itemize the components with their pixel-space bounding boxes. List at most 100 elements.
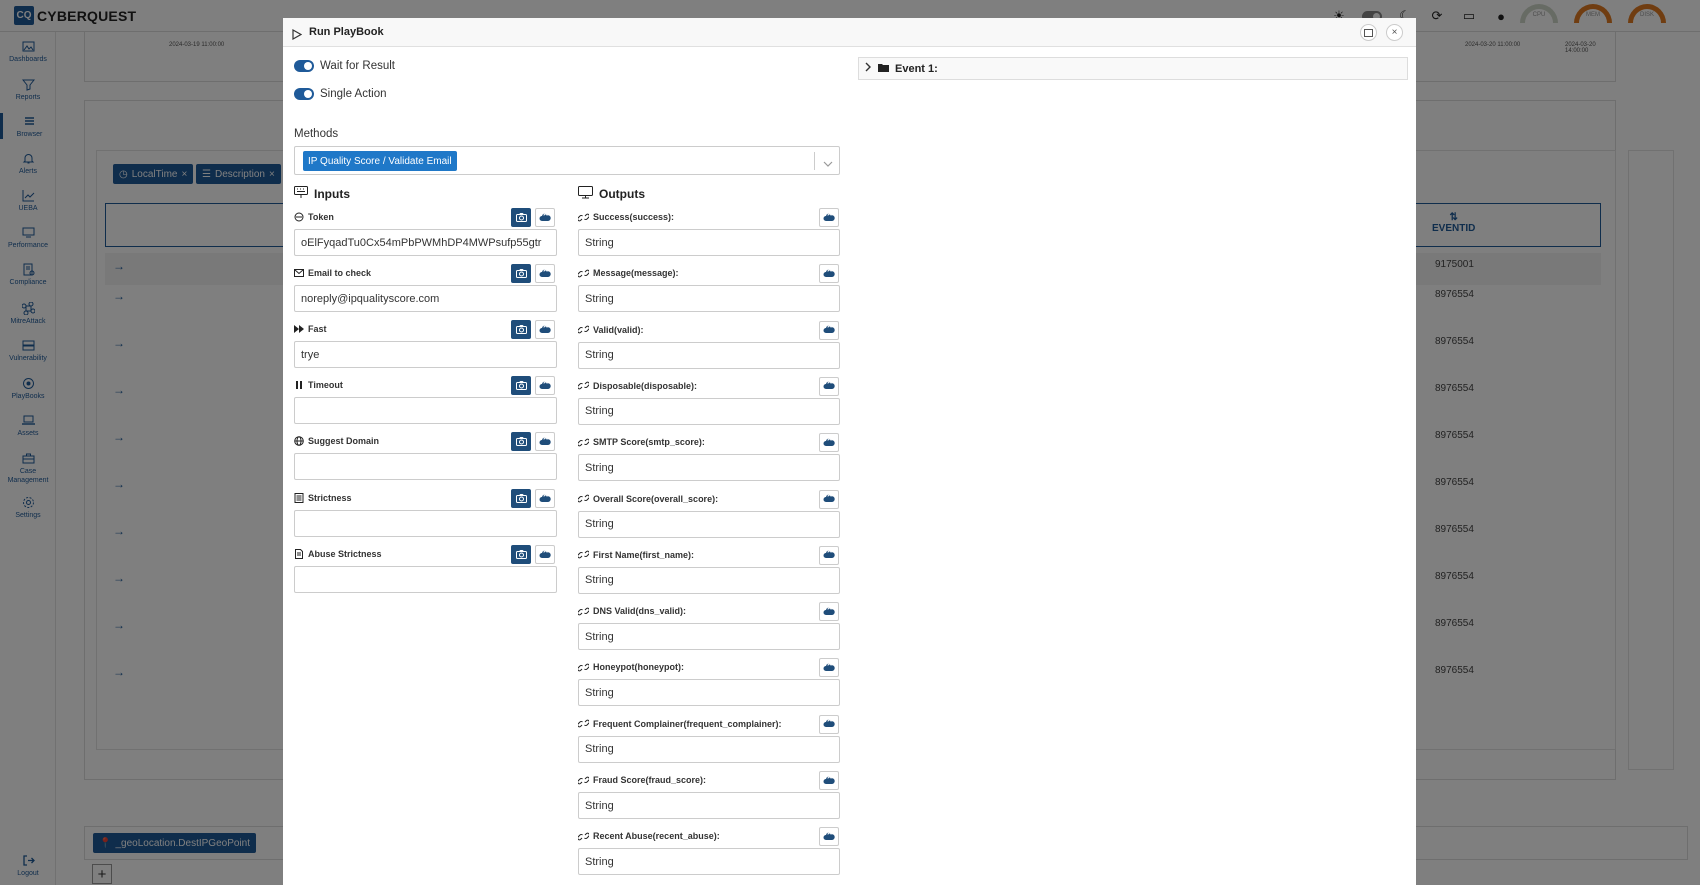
- cloud-icon: [823, 828, 835, 846]
- screenshot-button[interactable]: [511, 545, 531, 564]
- field-label-text: Abuse Strictness: [308, 549, 382, 559]
- link-icon: [578, 269, 589, 278]
- modal-title: Run PlayBook: [309, 26, 384, 38]
- globe-icon: [294, 436, 304, 446]
- event-accordion[interactable]: Event 1:: [858, 57, 1408, 80]
- screenshot-button[interactable]: [511, 320, 531, 339]
- valid-output[interactable]: [578, 341, 840, 369]
- close-button[interactable]: ×: [1386, 24, 1403, 41]
- single-action-toggle[interactable]: Single Action: [294, 88, 387, 100]
- field-label: Recent Abuse(recent_abuse):: [578, 831, 720, 841]
- toggle-label: Wait for Result: [320, 60, 395, 72]
- field-label-text: Fast: [308, 324, 327, 334]
- variable-button[interactable]: [819, 433, 839, 453]
- success-output[interactable]: [578, 229, 840, 256]
- field-label: Success(success):: [578, 212, 674, 222]
- variable-button[interactable]: [819, 545, 839, 565]
- cloud-icon: [823, 321, 835, 339]
- field-label-text: SMTP Score(smtp_score):: [593, 437, 705, 448]
- field-label-text: Honeypot(honeypot):: [593, 662, 684, 673]
- screenshot-button[interactable]: [511, 432, 531, 451]
- message-output[interactable]: [578, 285, 840, 313]
- variable-button[interactable]: [535, 489, 555, 508]
- field-label: Timeout: [294, 380, 343, 390]
- variable-button[interactable]: [819, 714, 839, 734]
- camera-icon: [515, 377, 527, 395]
- variable-button[interactable]: [535, 208, 555, 227]
- cloud-icon: [823, 490, 835, 508]
- variable-button[interactable]: [819, 602, 839, 622]
- dns-valid-output[interactable]: [578, 623, 840, 651]
- wait-for-result-toggle[interactable]: Wait for Result: [294, 60, 395, 72]
- inputs-title-label: Inputs: [314, 187, 350, 201]
- cloud-icon: [823, 546, 835, 564]
- frequent-complainer-output[interactable]: [578, 735, 840, 763]
- first-name-output[interactable]: [578, 566, 840, 594]
- variable-button[interactable]: [819, 827, 839, 847]
- field-label-text: Fraud Score(fraud_score):: [593, 775, 707, 785]
- field-label: DNS Valid(dns_valid):: [578, 606, 686, 616]
- screenshot-button[interactable]: [511, 376, 531, 395]
- abuse-strictness-input[interactable]: [294, 566, 557, 593]
- cloud-icon: [539, 377, 551, 395]
- camera-icon: [515, 490, 527, 508]
- variable-button[interactable]: [535, 376, 555, 395]
- token-input[interactable]: [294, 229, 557, 256]
- honeypot-output[interactable]: [578, 679, 840, 707]
- fraud-score-output[interactable]: [578, 792, 840, 819]
- variable-button[interactable]: [535, 432, 555, 451]
- run-playbook-modal: Run PlayBook × Wait for Result Single Ac…: [283, 18, 1416, 885]
- chevron-right-icon[interactable]: [865, 62, 872, 75]
- cloud-icon: [823, 715, 835, 733]
- disposable-output[interactable]: [578, 397, 840, 425]
- field-label: Overall Score(overall_score):: [578, 494, 718, 504]
- cloud-icon: [539, 433, 551, 451]
- field-label-text: DNS Valid(dns_valid):: [593, 606, 687, 617]
- maximize-button[interactable]: [1360, 24, 1377, 41]
- variable-button[interactable]: [535, 264, 555, 283]
- variable-button[interactable]: [535, 545, 555, 564]
- screenshot-button[interactable]: [511, 264, 531, 283]
- toggle-switch[interactable]: [294, 88, 314, 100]
- cloud-icon: [539, 209, 551, 227]
- cloud-icon: [823, 603, 835, 621]
- chevron-down-icon[interactable]: [823, 155, 833, 173]
- email-to-check-input[interactable]: [294, 285, 557, 312]
- toggle-switch[interactable]: [294, 60, 314, 72]
- strictness-input[interactable]: [294, 510, 557, 537]
- methods-select[interactable]: IP Quality Score / Validate Email: [294, 146, 840, 175]
- variable-button[interactable]: [819, 771, 839, 790]
- desktop-icon: [578, 186, 593, 202]
- variable-button[interactable]: [535, 320, 555, 339]
- recent-abuse-output[interactable]: [578, 848, 840, 876]
- folder-icon: [878, 63, 889, 75]
- screenshot-button[interactable]: [511, 208, 531, 227]
- field-label: Fast: [294, 324, 327, 334]
- fast-forward-icon: [294, 325, 304, 333]
- outputs-title-label: Outputs: [599, 187, 645, 201]
- suggest-domain-input[interactable]: [294, 453, 557, 480]
- field-label-text: Overall Score(overall_score):: [593, 493, 719, 504]
- link-icon: [578, 325, 589, 334]
- variable-button[interactable]: [819, 489, 839, 509]
- variable-button[interactable]: [819, 320, 839, 340]
- overall-score-output[interactable]: [578, 510, 840, 538]
- screenshot-button[interactable]: [511, 489, 531, 508]
- variable-button[interactable]: [819, 658, 839, 678]
- field-label: Message(message):: [578, 268, 679, 278]
- camera-icon: [515, 433, 527, 451]
- smtp-score-output[interactable]: [578, 454, 840, 482]
- variable-button[interactable]: [819, 208, 839, 227]
- link-icon: [578, 776, 589, 784]
- cloud-icon: [823, 434, 835, 452]
- variable-button[interactable]: [819, 264, 839, 284]
- timeout-input[interactable]: [294, 397, 557, 424]
- field-label: Token: [294, 212, 334, 222]
- pause-icon: [296, 381, 302, 389]
- fast-input[interactable]: [294, 341, 557, 368]
- variable-button[interactable]: [819, 376, 839, 396]
- field-label: First Name(first_name):: [578, 550, 694, 560]
- camera-icon: [515, 209, 527, 227]
- select-divider: [814, 152, 815, 170]
- method-tag[interactable]: IP Quality Score / Validate Email: [303, 151, 457, 171]
